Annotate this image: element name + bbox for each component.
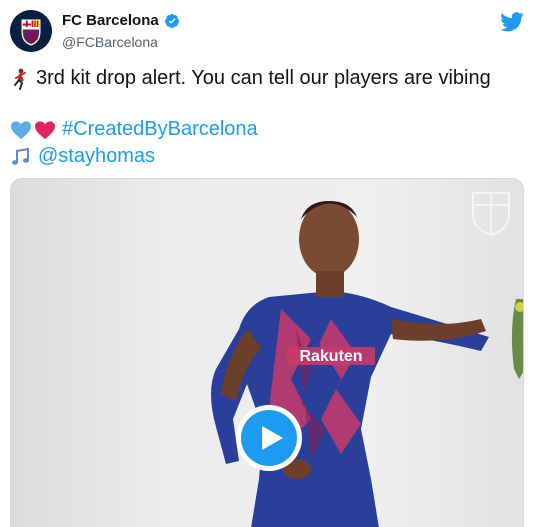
tweet-line-3: @stayhomas xyxy=(10,145,155,168)
display-name[interactable]: FC Barcelona xyxy=(62,12,159,29)
red-heart-icon xyxy=(35,120,55,139)
play-button[interactable] xyxy=(236,405,302,471)
twitter-bird-icon[interactable] xyxy=(500,12,524,32)
avatar[interactable] xyxy=(10,10,52,52)
svg-text:Rakuten: Rakuten xyxy=(299,348,362,365)
mention-link[interactable]: @stayhomas xyxy=(38,145,155,168)
blue-heart-icon xyxy=(11,120,31,139)
handle[interactable]: @FCBarcelona xyxy=(62,34,158,50)
dancing-man-icon xyxy=(14,68,26,90)
video-frame-image: Rakuten xyxy=(211,192,523,527)
musical-notes-icon xyxy=(12,147,29,165)
play-button-inner xyxy=(241,410,297,466)
tweet-card: FC Barcelona @FCBarcelona 3rd kit drop a… xyxy=(0,0,538,527)
tweet-text: 3rd kit drop alert. You can tell our pla… xyxy=(36,67,491,89)
tweet-line-2: #CreatedByBarcelona xyxy=(10,118,258,141)
name-row: FC Barcelona xyxy=(62,12,180,29)
hashtag-link[interactable]: #CreatedByBarcelona xyxy=(62,118,258,141)
video-thumbnail[interactable]: Rakuten xyxy=(10,178,524,527)
fc-barcelona-crest-icon xyxy=(10,10,52,52)
play-icon xyxy=(261,426,283,450)
crest-watermark-icon xyxy=(472,192,510,237)
tweet-line-1: 3rd kit drop alert. You can tell our pla… xyxy=(10,67,491,90)
verified-badge-icon xyxy=(164,13,179,28)
